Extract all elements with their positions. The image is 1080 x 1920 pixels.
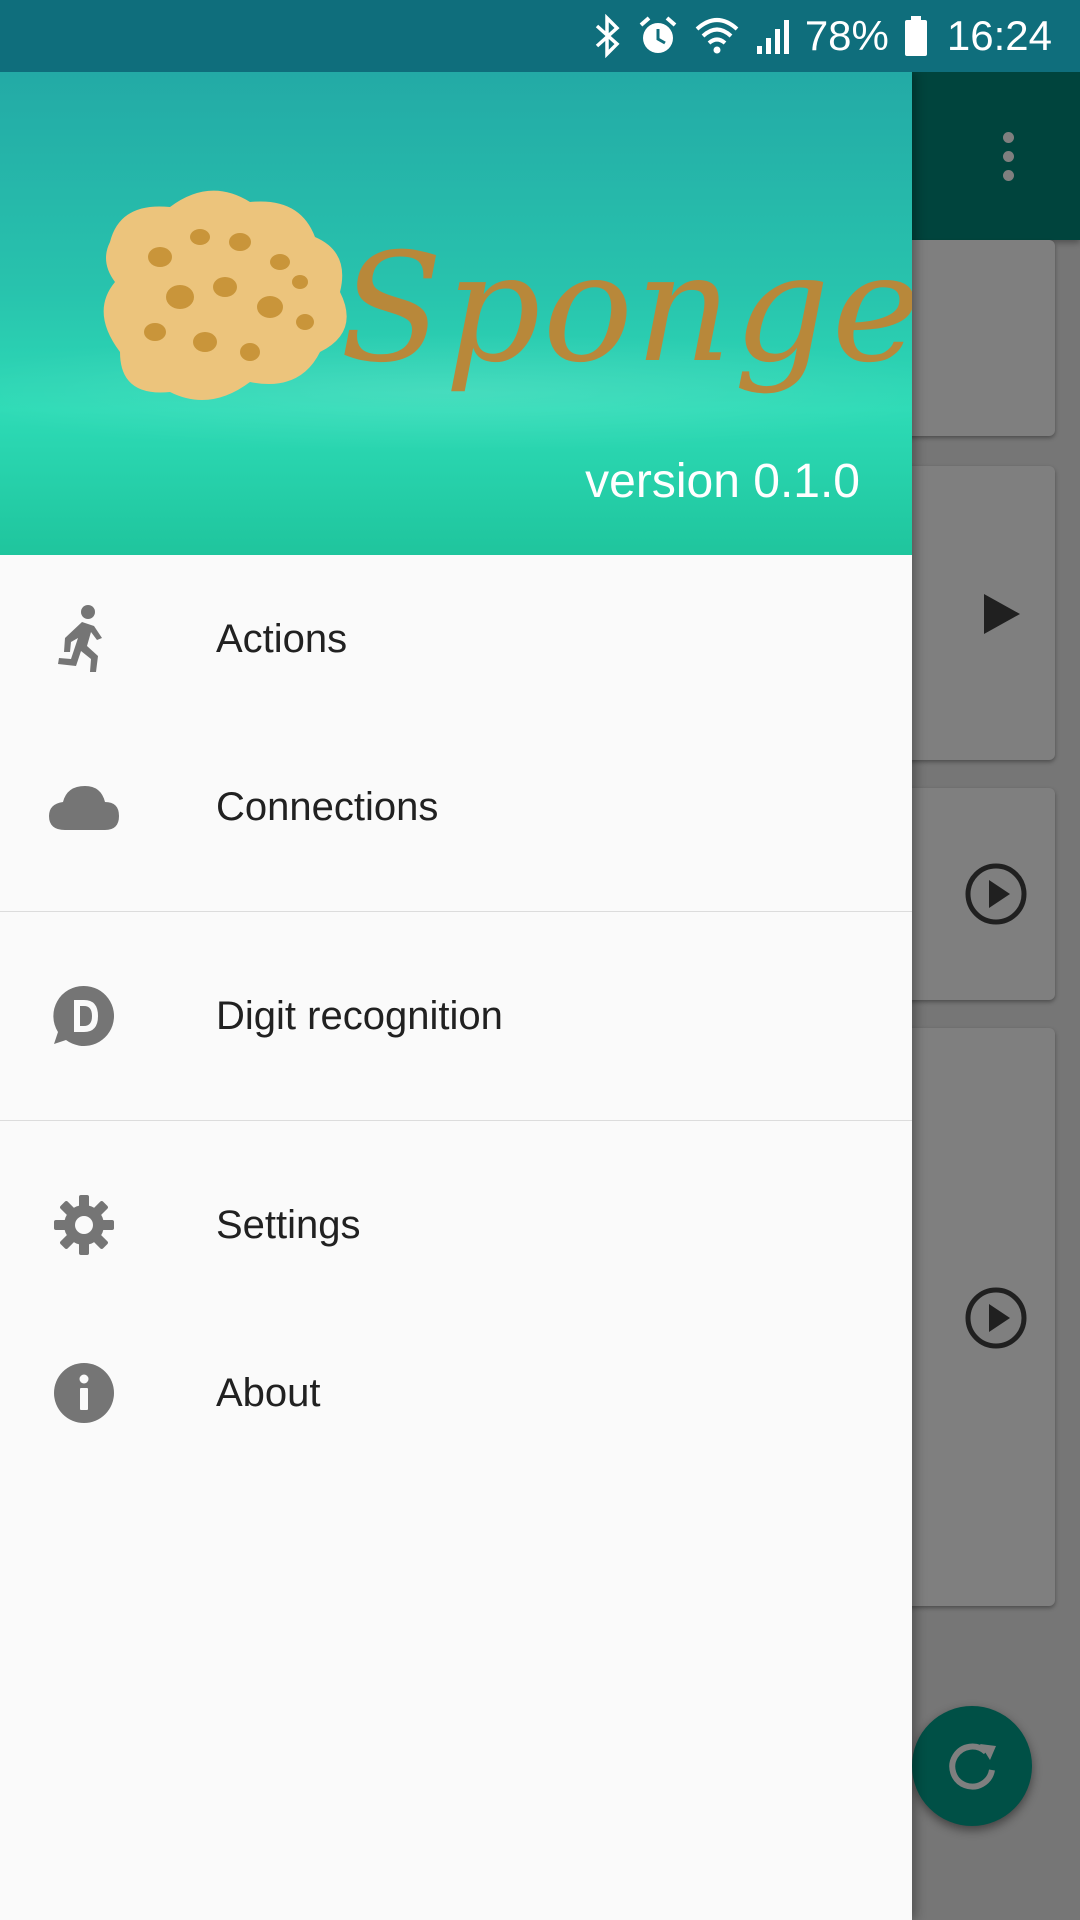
menu-item-connections[interactable]: Connections — [0, 723, 912, 891]
menu-item-actions[interactable]: Actions — [0, 555, 912, 723]
drawer-header: Sponge version 0.1.0 — [0, 72, 912, 555]
app-version: version 0.1.0 — [585, 455, 860, 508]
digit-d-icon — [42, 974, 126, 1058]
bluetooth-icon — [595, 14, 620, 58]
menu-item-label: Settings — [216, 1202, 361, 1247]
status-bar: 78% 16:24 — [0, 0, 1080, 72]
drawer-menu: Actions Connections Digit recognition Se… — [0, 555, 912, 1477]
menu-item-digit-recognition[interactable]: Digit recognition — [0, 932, 912, 1100]
wifi-icon — [695, 18, 739, 54]
run-icon — [42, 597, 126, 681]
alarm-icon — [639, 16, 677, 53]
signal-icon — [756, 20, 789, 54]
navigation-drawer: Sponge version 0.1.0 Actions Connections — [0, 72, 912, 1920]
menu-divider — [0, 1120, 912, 1121]
menu-item-settings[interactable]: Settings — [0, 1141, 912, 1309]
menu-item-label: Connections — [216, 784, 439, 829]
cloud-icon — [42, 765, 126, 849]
battery-percent: 78% — [804, 12, 889, 59]
clock: 16:24 — [946, 12, 1052, 59]
battery-icon — [904, 16, 927, 56]
info-icon — [42, 1351, 126, 1435]
logo-wordmark: Sponge — [340, 222, 912, 396]
menu-item-label: Actions — [216, 616, 348, 661]
gear-icon — [42, 1183, 126, 1267]
menu-item-label: About — [216, 1370, 321, 1415]
menu-item-label: Digit recognition — [216, 993, 503, 1038]
menu-item-about[interactable]: About — [0, 1309, 912, 1477]
menu-divider — [0, 911, 912, 912]
